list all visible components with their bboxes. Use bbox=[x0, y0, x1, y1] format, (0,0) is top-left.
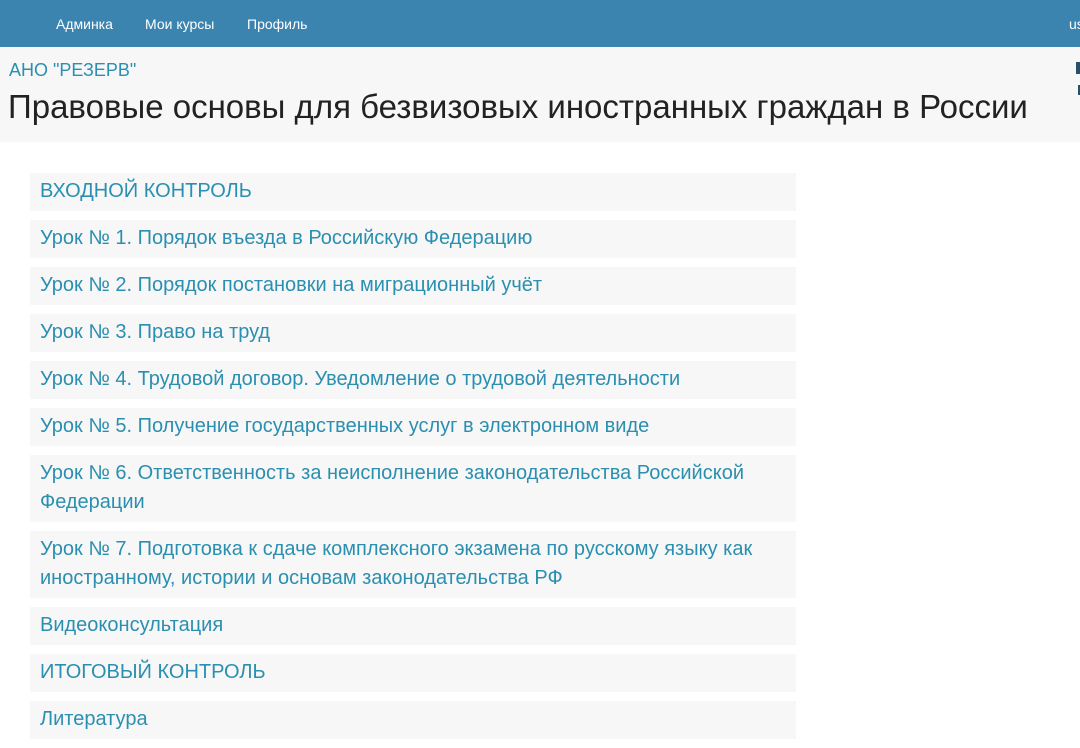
lesson-item-literature: Литература bbox=[30, 701, 796, 739]
top-navbar: Админка Мои курсы Профиль us bbox=[0, 0, 1080, 47]
lesson-link[interactable]: Урок № 3. Право на труд bbox=[40, 318, 786, 347]
lesson-link[interactable]: ИТОГОВЫЙ КОНТРОЛЬ bbox=[40, 658, 786, 687]
lesson-link[interactable]: ВХОДНОЙ КОНТРОЛЬ bbox=[40, 177, 786, 206]
course-header: АНО "РЕЗЕРВ" Правовые основы для безвизо… bbox=[0, 47, 1080, 142]
lesson-list: ВХОДНОЙ КОНТРОЛЬ Урок № 1. Порядок въезд… bbox=[30, 173, 796, 748]
nav-my-courses-link[interactable]: Мои курсы bbox=[145, 15, 214, 33]
lesson-item-5: Урок № 5. Получение государственных услу… bbox=[30, 408, 796, 446]
lesson-item-3: Урок № 3. Право на труд bbox=[30, 314, 796, 352]
lesson-link[interactable]: Литература bbox=[40, 705, 786, 734]
lesson-item-entry-test: ВХОДНОЙ КОНТРОЛЬ bbox=[30, 173, 796, 211]
lesson-link[interactable]: Урок № 1. Порядок въезда в Российскую Фе… bbox=[40, 224, 786, 253]
lesson-link[interactable]: Урок № 2. Порядок постановки на миграцио… bbox=[40, 271, 786, 300]
lesson-item-1: Урок № 1. Порядок въезда в Российскую Фе… bbox=[30, 220, 796, 258]
lesson-item-final-test: ИТОГОВЫЙ КОНТРОЛЬ bbox=[30, 654, 796, 692]
nav-admin-link[interactable]: Админка bbox=[56, 15, 113, 33]
lesson-item-2: Урок № 2. Порядок постановки на миграцио… bbox=[30, 267, 796, 305]
lesson-item-7: Урок № 7. Подготовка к сдаче комплексног… bbox=[30, 531, 796, 598]
lesson-link[interactable]: Урок № 4. Трудовой договор. Уведомление … bbox=[40, 365, 786, 394]
lesson-item-4: Урок № 4. Трудовой договор. Уведомление … bbox=[30, 361, 796, 399]
nav-profile-link[interactable]: Профиль bbox=[247, 15, 307, 33]
lesson-link[interactable]: Урок № 6. Ответственность за неисполнени… bbox=[40, 459, 786, 517]
lesson-item-video-consultation: Видеоконсультация bbox=[30, 607, 796, 645]
lesson-link[interactable]: Видеоконсультация bbox=[40, 611, 786, 640]
cropped-edge-element bbox=[1076, 62, 1080, 74]
organization-link[interactable]: АНО "РЕЗЕРВ" bbox=[9, 59, 136, 81]
page-title: Правовые основы для безвизовых иностранн… bbox=[8, 88, 1028, 125]
nav-user-menu[interactable]: us bbox=[1069, 15, 1080, 33]
lesson-item-6: Урок № 6. Ответственность за неисполнени… bbox=[30, 455, 796, 522]
lesson-link[interactable]: Урок № 7. Подготовка к сдаче комплексног… bbox=[40, 535, 786, 593]
lesson-link[interactable]: Урок № 5. Получение государственных услу… bbox=[40, 412, 786, 441]
